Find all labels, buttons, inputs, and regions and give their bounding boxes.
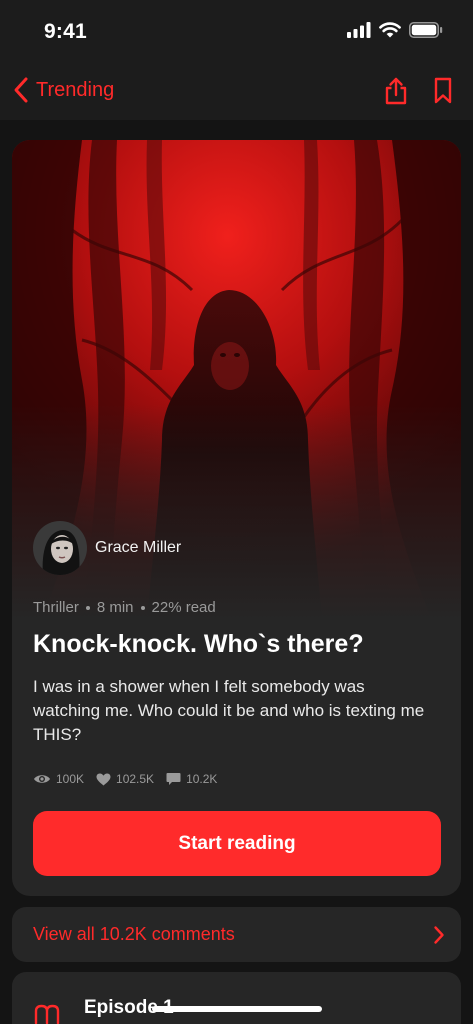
separator-dot [85,605,90,610]
genre-label: Thriller [33,599,79,616]
episode-item[interactable]: Episode 1 [12,972,461,1024]
chevron-right-icon [434,925,444,944]
eye-icon [34,775,50,783]
comments-count: 10.2K [186,772,218,786]
views-count: 100K [56,772,85,786]
story-meta: Thriller 8 min 22% read [33,599,216,616]
views-stat: 100K [33,772,84,786]
back-button[interactable]: Trending [12,76,114,104]
episode-icon [34,1004,60,1024]
bookmark-button[interactable] [433,76,453,111]
home-indicator[interactable] [152,1006,322,1012]
cellular-signal-icon [347,22,371,38]
battery-icon [409,22,443,38]
read-time-label: 8 min [96,599,134,616]
view-comments-label: View all 10.2K comments [33,924,235,944]
story-title: Knock-knock. Who`s there? [33,630,364,658]
read-progress-label: 22% read [151,599,216,616]
likes-count: 102.5K [116,772,155,786]
author-info[interactable]: Grace Miller [33,521,181,575]
heart-icon [96,773,111,785]
status-icons [347,22,443,38]
share-icon [385,77,407,105]
start-reading-button[interactable]: Start reading [33,811,441,876]
share-button[interactable] [383,76,409,111]
comment-icon [166,773,181,785]
status-bar: 9:41 [0,0,473,62]
view-comments-button[interactable]: View all 10.2K comments [12,907,461,962]
likes-stat: 102.5K [96,772,154,786]
story-stats: 100K 102.5K 10.2K [33,772,217,786]
back-button-label: Trending [36,78,115,101]
nav-bar: Trending [0,62,473,120]
bookmark-icon [434,77,452,104]
avatar [33,521,87,575]
story-description: I was in a shower when I felt somebody w… [33,677,425,744]
comments-stat: 10.2K [166,772,217,786]
wifi-icon [379,22,401,38]
status-time: 9:41 [44,20,87,43]
author-name: Grace Miller [95,539,182,556]
separator-dot [140,605,145,610]
chevron-left-icon [14,77,28,103]
story-card[interactable]: Grace Miller Thriller 8 min 22% read Kno… [12,140,461,896]
